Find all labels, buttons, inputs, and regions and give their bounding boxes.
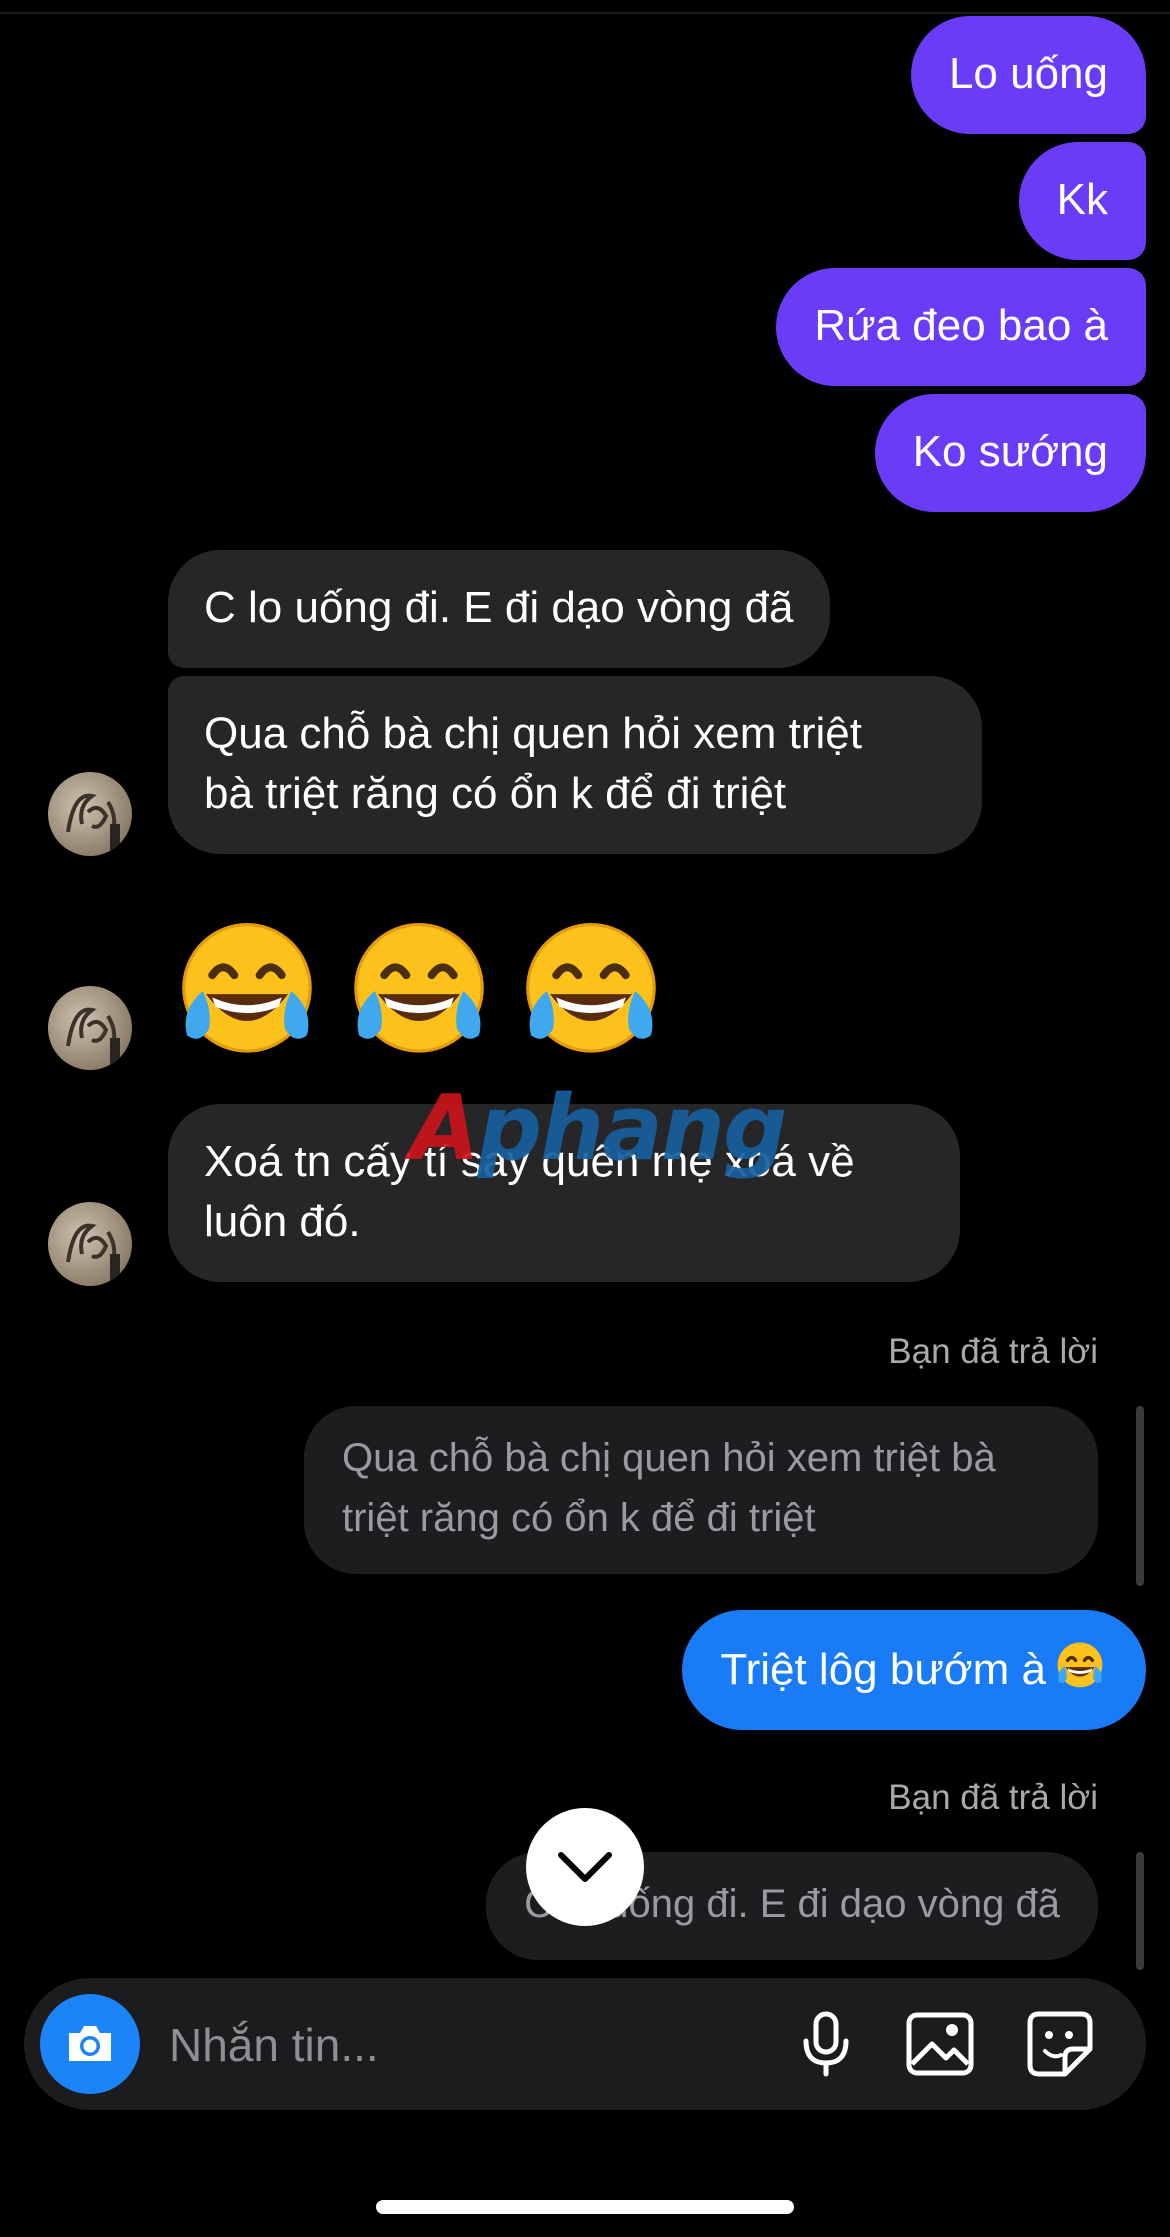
chevron-down-icon [558,1852,612,1882]
quote-indicator-bar [1136,1406,1144,1586]
contact-avatar[interactable] [48,772,132,856]
contact-avatar[interactable] [48,1202,132,1286]
watermark-part: A [410,1076,480,1181]
avatar-image [66,1007,120,1068]
message-text: Kk [1056,175,1108,224]
message-input[interactable]: Nhắn tin... [169,2018,379,2072]
message-composer: Nhắn tin... [24,1978,1146,2110]
quote-text-line: Qua chỗ bà chị quen hỏi xem triệt bà [342,1436,996,1480]
message-text-line: luôn đó. [204,1197,361,1246]
emoji-message[interactable] [168,912,670,1070]
sticker-button[interactable] [1024,2008,1096,2080]
message-text: Rứa đeo bao à [814,301,1108,350]
replied-label: Bạn đã trả lời [888,1778,1098,1817]
quote-text-line: triệt răng có ổn k để đi triệt [342,1496,816,1540]
microphone-icon [803,2011,849,2077]
quote-indicator-bar [1136,1852,1144,1970]
scroll-to-bottom-button[interactable] [526,1808,644,1926]
camera-icon [69,2026,111,2061]
outgoing-message[interactable]: Rứa đeo bao à [776,268,1146,386]
message-text-line: Qua chỗ bà chị quen hỏi xem triệt [204,709,862,758]
message-text: Lo uống [948,49,1108,98]
top-divider [0,12,1170,14]
quoted-message[interactable]: Qua chỗ bà chị quen hỏi xem triệt bà tri… [304,1406,1098,1574]
contact-avatar[interactable] [48,986,132,1070]
message-text: C lo uống đi. E đi dạo vòng đã [204,583,794,632]
watermark-part: phang [477,1076,788,1181]
laughing-tears-emoji-icon [1057,1642,1103,1688]
avatar-image [66,793,120,854]
incoming-message[interactable]: C lo uống đi. E đi dạo vòng đã [168,550,830,668]
reply-message[interactable]: Triệt lôg bướm à [682,1610,1146,1730]
incoming-message[interactable]: Qua chỗ bà chị quen hỏi xem triệt bà tri… [168,676,982,854]
sticker-icon [1027,2011,1093,2077]
outgoing-message[interactable]: Ko sướng [874,394,1146,512]
outgoing-message[interactable]: Kk [1018,142,1146,260]
watermark-logo: Aphang [410,1076,788,1181]
gallery-button[interactable] [904,2008,976,2080]
home-indicator[interactable] [376,2200,794,2214]
outgoing-message[interactable]: Lo uống [910,16,1146,134]
gallery-icon [906,2012,974,2076]
microphone-button[interactable] [790,2008,862,2080]
camera-button[interactable] [40,1994,140,2094]
laughing-tears-emoji-icon [182,923,312,1053]
message-text: Ko sướng [912,427,1108,476]
replied-label: Bạn đã trả lời [888,1332,1098,1371]
avatar-image [66,1223,120,1284]
laughing-tears-emoji-icon [354,923,484,1053]
message-text-line: bà triệt răng có ổn k để đi triệt [204,769,787,818]
message-text: Triệt lôg bướm à [720,1645,1046,1694]
laughing-tears-emoji-icon [526,923,656,1053]
